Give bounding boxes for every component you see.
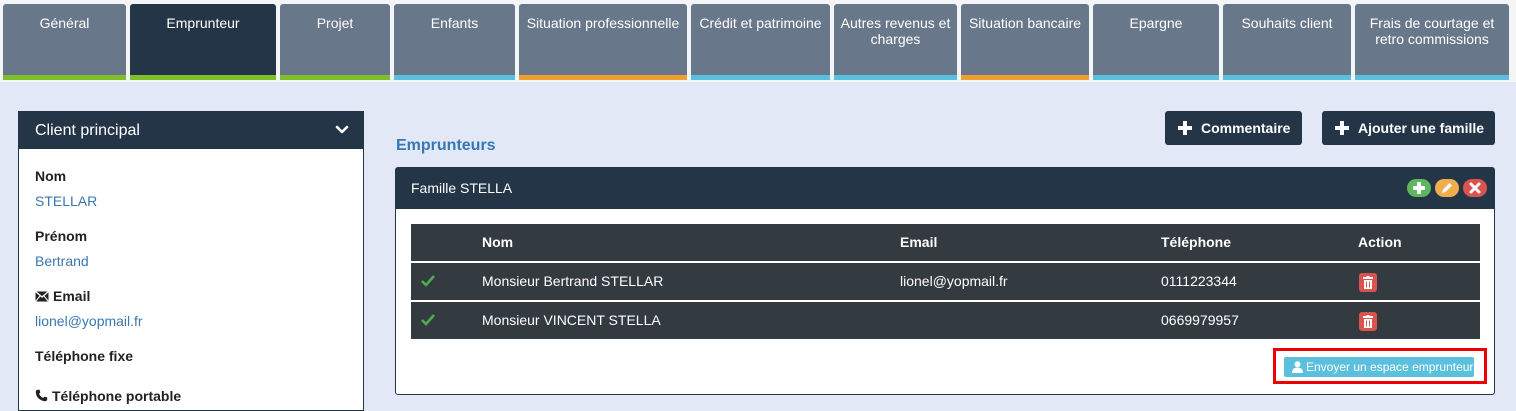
tab-frais-courtage[interactable]: Frais de courtage et retro commissions (1355, 4, 1509, 80)
phone-icon (35, 389, 48, 402)
tab-label: Projet (316, 15, 354, 31)
email-label: Email (53, 288, 91, 304)
close-icon (1469, 182, 1481, 194)
edit-family-button[interactable] (1435, 179, 1459, 197)
user-icon (1292, 361, 1303, 373)
trash-icon (1363, 315, 1373, 328)
tab-label: Autres revenus et charges (840, 15, 951, 47)
header-action: Action (1358, 234, 1402, 250)
client-panel-header[interactable]: Client principal (19, 112, 363, 149)
tab-label: Situation professionnelle (526, 15, 680, 31)
table-row: Monsieur VINCENT STELLA 0669979957 (411, 302, 1480, 339)
tab-situation-professionnelle[interactable]: Situation professionnelle (519, 4, 687, 80)
tab-label: Emprunteur (166, 15, 240, 31)
family-panel-header: Famille STELLA (396, 168, 1494, 209)
tel-fixe-label: Téléphone fixe (35, 348, 134, 364)
row-telephone: 0111223344 (1161, 273, 1237, 289)
row-nom: Monsieur VINCENT STELLA (482, 312, 661, 328)
tab-projet[interactable]: Projet (280, 4, 390, 80)
envelope-icon (35, 291, 49, 302)
prenom-value: Bertrand (35, 253, 89, 269)
tab-autres-revenus-charges[interactable]: Autres revenus et charges (834, 4, 957, 80)
tab-general[interactable]: Général (3, 4, 126, 80)
nom-label: Nom (35, 168, 67, 184)
header-email: Email (900, 234, 938, 250)
row-email: lionel@yopmail.fr (900, 273, 1008, 289)
table-row: Monsieur Bertrand STELLAR lionel@yopmail… (411, 263, 1480, 302)
tab-label: Général (39, 15, 90, 31)
plus-icon (1178, 121, 1192, 135)
family-title: Famille STELLA (411, 180, 513, 196)
commentaire-button-label: Commentaire (1201, 120, 1291, 136)
borrowers-table: Nom Email Téléphone Action Monsieur Bert… (411, 224, 1480, 339)
nom-value: STELLAR (35, 193, 98, 209)
send-borrower-space-button[interactable]: Envoyer un espace emprunteur (1284, 357, 1474, 377)
tab-label: Situation bancaire (968, 15, 1082, 31)
tab-label: Frais de courtage et retro commissions (1369, 15, 1495, 47)
tab-emprunteur[interactable]: Emprunteur (130, 4, 276, 80)
add-member-button[interactable] (1407, 179, 1431, 197)
delete-family-button[interactable] (1463, 179, 1487, 197)
check-icon (421, 263, 435, 300)
header-telephone: Téléphone (1161, 234, 1232, 250)
row-telephone: 0669979957 (1161, 312, 1239, 328)
prenom-label: Prénom (35, 228, 88, 244)
highlight-box: Envoyer un espace emprunteur (1273, 348, 1487, 384)
tab-enfants[interactable]: Enfants (394, 4, 515, 80)
check-icon (421, 302, 435, 339)
section-title-emprunteurs: Emprunteurs (396, 137, 496, 154)
header-nom: Nom (482, 234, 514, 250)
tab-bar: Général Emprunteur Projet Enfants Situat… (0, 0, 1516, 82)
tab-souhaits-client[interactable]: Souhaits client (1223, 4, 1351, 80)
tab-situation-bancaire[interactable]: Situation bancaire (961, 4, 1089, 80)
commentaire-button[interactable]: Commentaire (1165, 111, 1302, 145)
tel-portable-label: Téléphone portable (52, 388, 182, 404)
tab-label: Crédit et patrimoine (699, 15, 822, 31)
client-panel-title: Client principal (35, 122, 140, 139)
pencil-icon (1442, 183, 1452, 193)
add-family-button[interactable]: Ajouter une famille (1322, 111, 1495, 145)
tab-label: Souhaits client (1241, 15, 1333, 31)
email-field-label: Email (35, 288, 90, 304)
tab-label: Epargne (1129, 15, 1183, 31)
chevron-down-icon[interactable] (335, 123, 349, 137)
delete-row-button[interactable] (1359, 312, 1377, 331)
tab-label: Enfants (430, 15, 479, 31)
table-header-row: Nom Email Téléphone Action (411, 224, 1480, 263)
add-family-button-label: Ajouter une famille (1358, 120, 1485, 136)
trash-icon (1363, 276, 1373, 289)
send-button-label: Envoyer un espace emprunteur (1306, 360, 1474, 374)
row-nom: Monsieur Bertrand STELLAR (482, 273, 664, 289)
plus-icon (1413, 182, 1425, 194)
tab-credit-patrimoine[interactable]: Crédit et patrimoine (691, 4, 830, 80)
email-value: lionel@yopmail.fr (35, 313, 143, 329)
delete-row-button[interactable] (1359, 273, 1377, 292)
tab-epargne[interactable]: Epargne (1093, 4, 1219, 80)
tel-portable-field-label: Téléphone portable (35, 388, 181, 404)
client-principal-panel: Client principal Nom STELLAR Prénom Bert… (18, 111, 364, 411)
plus-icon (1335, 121, 1349, 135)
